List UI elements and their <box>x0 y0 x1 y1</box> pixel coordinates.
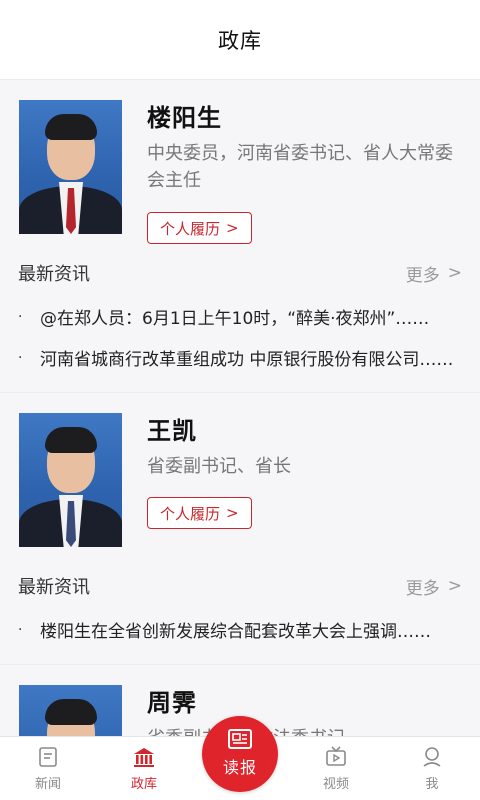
news-item[interactable]: · @在郑人员：6月1日上午10时，“醉美·夜郑州”…… <box>18 296 462 337</box>
news-icon <box>39 747 57 767</box>
official-profile[interactable]: 楼阳生 中央委员，河南省委书记、省人大常委会主任 个人履历 > <box>18 98 462 244</box>
chevron-right-icon: > <box>226 504 239 522</box>
official-name: 王凯 <box>147 417 197 445</box>
read-newspaper-button[interactable]: 读报 <box>202 716 278 792</box>
more-news-link[interactable]: 更多 > <box>406 261 462 286</box>
resume-label: 个人履历 <box>160 219 221 238</box>
top-app-bar: 政库 <box>0 0 480 80</box>
bullet-icon: · <box>18 308 23 325</box>
chevron-right-icon: > <box>226 219 239 237</box>
official-list[interactable]: 楼阳生 中央委员，河南省委书记、省人大常委会主任 个人履历 > 最新资讯 更多 … <box>0 80 480 736</box>
news-list: · @在郑人员：6月1日上午10时，“醉美·夜郑州”…… · 河南省城商行改革重… <box>18 288 462 392</box>
official-name: 楼阳生 <box>147 104 222 132</box>
news-headline: 河南省城商行改革重组成功 中原银行股份有限公司…… <box>40 350 454 370</box>
news-list: · 楼阳生在全省创新发展综合配套改革大会上强调…… <box>18 601 462 664</box>
page-title: 政库 <box>218 28 262 53</box>
tab-label: 新闻 <box>34 777 61 792</box>
official-position: 省委副书记、省长 <box>147 456 291 477</box>
tab-me[interactable]: 我 <box>384 743 480 795</box>
official-profile[interactable]: 王凯 省委副书记、省长 个人履历 > <box>18 411 462 549</box>
official-portrait[interactable] <box>19 413 122 547</box>
official-card: 楼阳生 中央委员，河南省委书记、省人大常委会主任 个人履历 > 最新资讯 更多 … <box>0 80 480 392</box>
read-newspaper-label: 读报 <box>222 758 257 777</box>
news-section-header: 最新资讯 更多 > <box>18 258 462 288</box>
chevron-right-icon: > <box>447 576 462 596</box>
more-news-link[interactable]: 更多 > <box>406 574 462 599</box>
more-label: 更多 <box>405 578 440 599</box>
official-portrait[interactable] <box>19 100 122 234</box>
news-headline: @在郑人员：6月1日上午10时，“醉美·夜郑州”…… <box>40 309 430 329</box>
news-item[interactable]: · 楼阳生在全省创新发展综合配套改革大会上强调…… <box>18 609 462 650</box>
latest-news-title: 最新资讯 <box>18 577 90 598</box>
tab-news[interactable]: 新闻 <box>0 743 96 795</box>
tv-icon <box>326 746 346 766</box>
tab-label: 视频 <box>322 777 349 792</box>
personal-resume-button[interactable]: 个人履历 > <box>147 497 252 529</box>
tab-label: 政库 <box>130 777 157 792</box>
resume-label: 个人履历 <box>160 504 221 523</box>
user-icon <box>423 747 441 767</box>
official-position: 中央委员，河南省委书记、省人大常委会主任 <box>147 143 453 191</box>
personal-resume-button[interactable]: 个人履历 > <box>147 212 252 244</box>
news-headline: 楼阳生在全省创新发展综合配套改革大会上强调…… <box>40 622 431 642</box>
tab-video[interactable]: 视频 <box>288 743 384 795</box>
official-portrait[interactable] <box>19 685 122 736</box>
government-building-icon <box>134 748 154 767</box>
official-card: 王凯 省委副书记、省长 个人履历 > 最新资讯 更多 > · 楼阳生在全省创新发… <box>0 392 480 664</box>
tab-government-database[interactable]: 政库 <box>96 743 192 795</box>
official-name: 周霁 <box>147 689 197 717</box>
chevron-right-icon: > <box>447 263 462 283</box>
news-section-header: 最新资讯 更多 > <box>18 571 462 601</box>
tab-label: 我 <box>425 777 439 792</box>
news-item[interactable]: · 河南省城商行改革重组成功 中原银行股份有限公司…… <box>18 337 462 378</box>
bullet-icon: · <box>18 349 23 366</box>
bullet-icon: · <box>18 621 23 638</box>
latest-news-title: 最新资讯 <box>18 264 90 285</box>
more-label: 更多 <box>405 265 440 286</box>
newspaper-icon <box>228 729 252 749</box>
official-position: 省委副书记、政法委书记 <box>147 725 467 736</box>
